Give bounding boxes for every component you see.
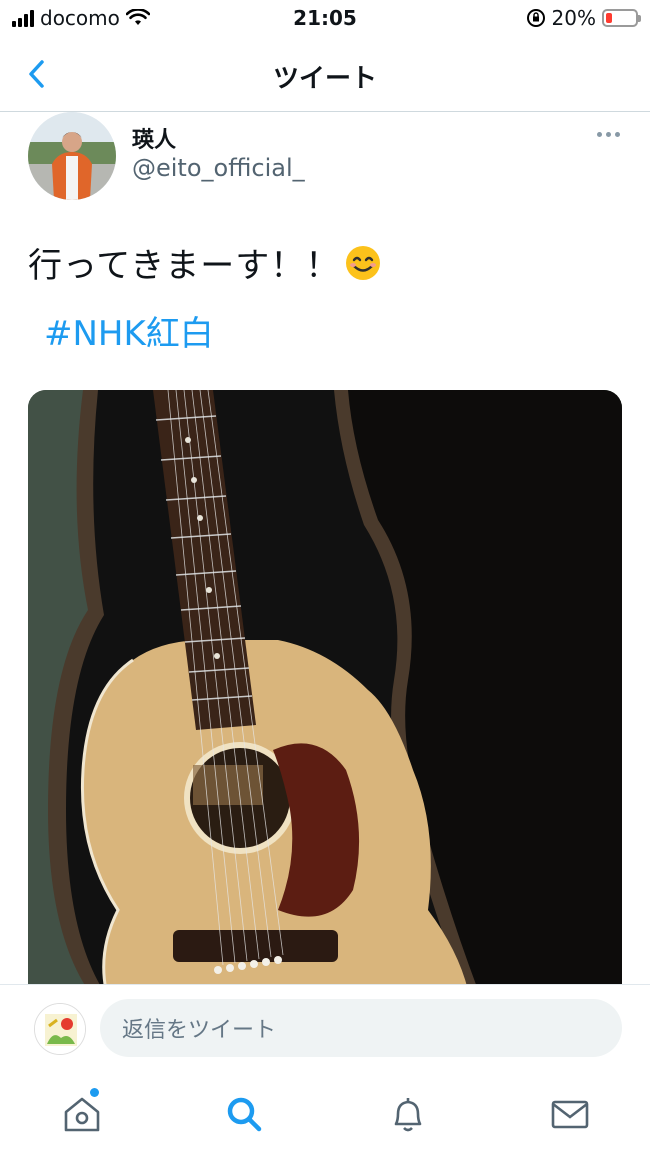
reply-input[interactable]: 返信をツイート bbox=[100, 999, 622, 1057]
mail-icon[interactable] bbox=[548, 1092, 592, 1136]
battery-icon bbox=[602, 9, 641, 27]
more-horizontal-icon[interactable] bbox=[597, 132, 620, 137]
orientation-lock-icon bbox=[526, 9, 545, 27]
status-right: 20% bbox=[526, 6, 641, 30]
author-avatar[interactable] bbox=[28, 112, 116, 200]
my-avatar[interactable] bbox=[34, 1003, 86, 1055]
author-name[interactable]: 瑛人 bbox=[132, 122, 176, 154]
hashtag-link[interactable]: #NHK紅白 bbox=[44, 306, 214, 355]
tweet-text: 行ってきまーす！！ bbox=[28, 238, 382, 287]
author-handle[interactable]: @eito_official_ bbox=[132, 154, 305, 182]
guitar-photo-image bbox=[28, 390, 622, 990]
tab-bar bbox=[0, 1072, 650, 1156]
reply-placeholder: 返信をツイート bbox=[122, 1018, 277, 1043]
battery-percent: 20% bbox=[551, 6, 596, 30]
page-title: ツイート bbox=[272, 64, 377, 94]
battery-fill bbox=[606, 13, 612, 23]
nav-header: ツイート bbox=[0, 36, 650, 112]
bell-icon[interactable] bbox=[386, 1092, 430, 1136]
search-icon[interactable] bbox=[222, 1092, 266, 1136]
tweet-photo[interactable] bbox=[28, 390, 622, 990]
my-avatar-image bbox=[35, 1004, 85, 1054]
home-notification-dot bbox=[90, 1088, 99, 1097]
reply-bar: 返信をツイート bbox=[0, 984, 650, 1070]
smiling-face-emoji bbox=[346, 245, 381, 280]
home-icon[interactable] bbox=[60, 1092, 104, 1136]
tweet-text-body: 行ってきまーす！！ bbox=[28, 246, 341, 286]
status-bar: docomo 21:05 20% bbox=[0, 0, 650, 36]
author-avatar-image bbox=[28, 112, 116, 200]
